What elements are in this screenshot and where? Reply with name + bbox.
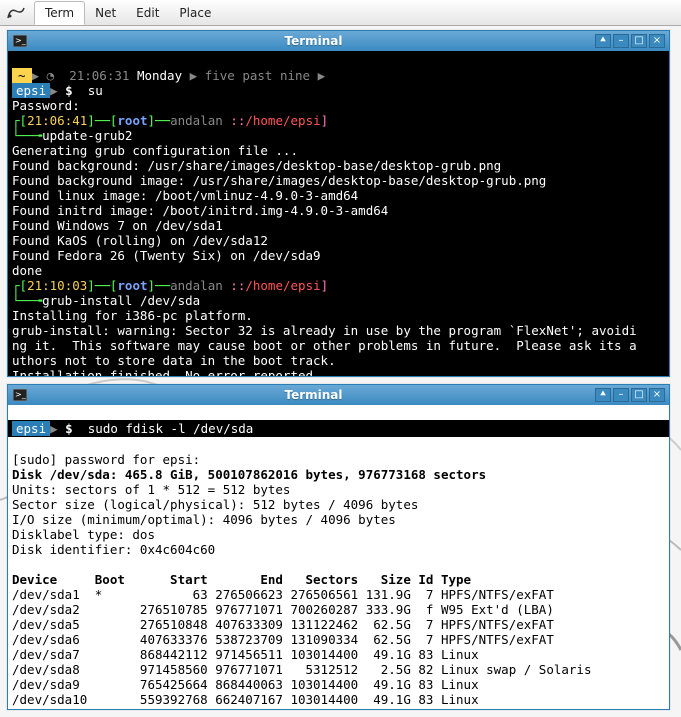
prompt-roottime1: 21:06:41 — [27, 113, 87, 128]
prompt-host: andalan — [170, 113, 223, 128]
svg-text:>_: >_ — [15, 36, 27, 45]
minimize-button[interactable]: – — [613, 34, 629, 48]
sector-size-line: Sector size (logical/physical): 512 byte… — [12, 497, 418, 512]
prompt-phrase: five past nine — [205, 68, 310, 83]
cmd-fdisk: sudo fdisk -l /dev/sda — [88, 421, 254, 436]
minimize-button[interactable]: – — [613, 388, 629, 402]
cmd-grub-install: grub-install /dev/sda — [42, 293, 200, 308]
prompt-time: 21:06:31 — [69, 68, 129, 83]
sudo-prompt: [sudo] password for epsi: — [12, 452, 200, 467]
cmd-update-grub: update-grub2 — [42, 128, 132, 143]
terminal-window-bottom: >_ Terminal ⯅ – □ × epsi▶ $ sudo fdisk -… — [7, 384, 670, 710]
menu-net[interactable]: Net — [85, 2, 126, 24]
titlebar-bottom[interactable]: >_ Terminal ⯅ – □ × — [8, 385, 669, 405]
out2-line: uthors not to store data in the boot tra… — [12, 353, 336, 368]
disklabel-line: Disklabel type: dos — [12, 527, 155, 542]
menu-edit[interactable]: Edit — [126, 2, 169, 24]
menu-place[interactable]: Place — [169, 2, 221, 24]
out-line: Found KaOS (rolling) on /dev/sda12 — [12, 233, 268, 248]
titlebar-top[interactable]: >_ Terminal ⯅ – □ × — [8, 31, 669, 51]
prompt-host2: andalan — [170, 278, 223, 293]
prompt-user2: epsi — [12, 421, 50, 436]
app-logo-icon — [4, 4, 28, 22]
prompt-day: Monday — [137, 68, 182, 83]
out2-line: Installation finished. No error reported… — [12, 368, 321, 376]
window-controls: ⯅ – □ × — [595, 388, 665, 402]
fdisk-header: Device Boot Start End Sectors Size Id Ty… — [12, 572, 471, 587]
stick-button[interactable]: ⯅ — [595, 34, 611, 48]
out-line: Found background: /usr/share/images/desk… — [12, 158, 501, 173]
terminal-icon: >_ — [12, 33, 28, 49]
prompt-tilde: ~ — [12, 68, 32, 83]
window-controls: ⯅ – □ × — [595, 34, 665, 48]
menu-term[interactable]: Term — [34, 1, 85, 25]
close-button[interactable]: × — [649, 388, 665, 402]
out2-line: Installing for i386-pc platform. — [12, 308, 253, 323]
close-button[interactable]: × — [649, 34, 665, 48]
prompt-root2: root — [117, 278, 147, 293]
out-line: Generating grub configuration file ... — [12, 143, 298, 158]
out2-line: grub-install: warning: Sector 32 is alre… — [12, 323, 637, 338]
fdisk-rows: /dev/sda1 * 63 276506623 276506561 131.9… — [12, 587, 591, 709]
maximize-button[interactable]: □ — [631, 34, 647, 48]
clock-icon: ◔ — [47, 68, 55, 83]
prompt-symbol2: $ — [65, 421, 73, 436]
cmd-su: su — [88, 83, 103, 98]
window-title: Terminal — [32, 34, 595, 48]
out-line: done — [12, 263, 42, 278]
out-line: Found background image: /usr/share/image… — [12, 173, 546, 188]
terminal-icon: >_ — [12, 387, 28, 403]
out-line: Found linux image: /boot/vmlinuz-4.9.0-3… — [12, 188, 358, 203]
prompt-user: epsi — [12, 83, 50, 98]
units-line: Units: sectors of 1 * 512 = 512 bytes — [12, 482, 290, 497]
out-line: Found Fedora 26 (Twenty Six) on /dev/sda… — [12, 248, 321, 263]
password-label: Password: — [12, 98, 80, 113]
out-line: Found initrd image: /boot/initrd.img-4.9… — [12, 203, 388, 218]
diskid-line: Disk identifier: 0x4c604c60 — [12, 542, 215, 557]
out2-line: ng it. This software may cause boot or o… — [12, 338, 637, 353]
out-line: Found Windows 7 on /dev/sda1 — [12, 218, 223, 233]
prompt-path: /home/epsi — [245, 113, 320, 128]
svg-text:>_: >_ — [15, 390, 27, 399]
terminal-body-top[interactable]: ~▶ ◔ 21:06:31 Monday ▶ five past nine ▶ … — [8, 51, 669, 376]
menubar: Term Net Edit Place — [0, 0, 681, 26]
prompt-roottime2: 21:10:03 — [27, 278, 87, 293]
disk-line: Disk /dev/sda: 465.8 GiB, 500107862016 b… — [12, 467, 486, 482]
terminal-window-top: >_ Terminal ⯅ – □ × ~▶ ◔ 21:06:31 Monday… — [7, 30, 670, 377]
prompt-symbol: $ — [65, 83, 73, 98]
prompt-path2: /home/epsi — [245, 278, 320, 293]
maximize-button[interactable]: □ — [631, 388, 647, 402]
window-title: Terminal — [32, 388, 595, 402]
prompt-root: root — [117, 113, 147, 128]
terminal-body-bottom[interactable]: epsi▶ $ sudo fdisk -l /dev/sda [sudo] pa… — [8, 405, 669, 709]
io-size-line: I/O size (minimum/optimal): 4096 bytes /… — [12, 512, 396, 527]
stick-button[interactable]: ⯅ — [595, 388, 611, 402]
